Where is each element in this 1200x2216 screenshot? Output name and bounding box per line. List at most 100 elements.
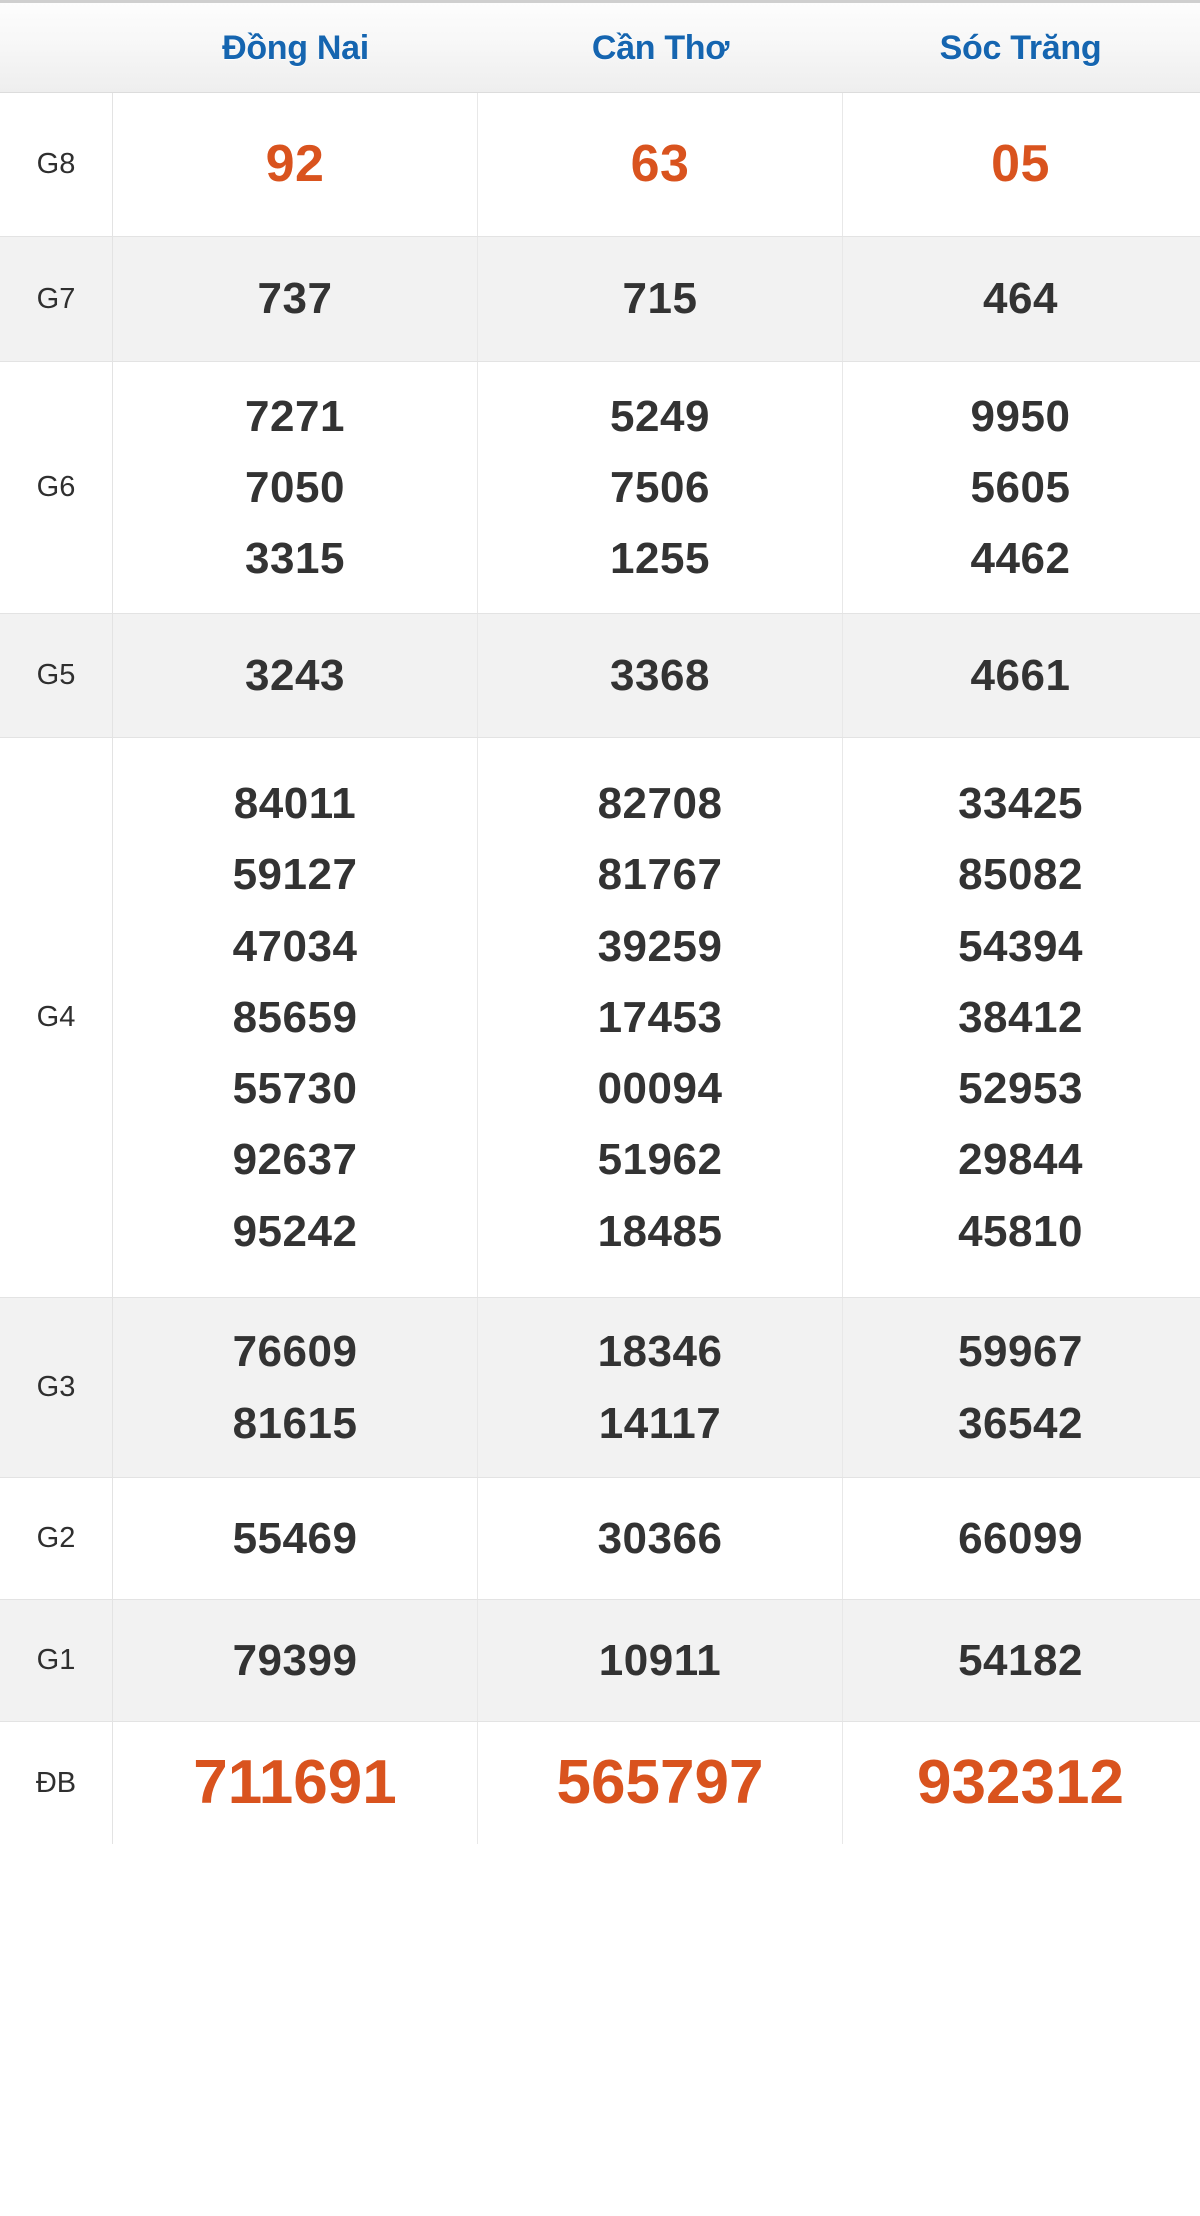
prize-number: 81767: [597, 850, 723, 900]
prize-cell-g8-col1: 92: [113, 93, 478, 236]
prize-number: 54394: [958, 921, 1083, 971]
prize-cell-db-col3: 932312: [843, 1722, 1198, 1844]
prize-number: 51962: [597, 1135, 723, 1185]
prize-number: 565797: [556, 1747, 764, 1817]
prize-cell-g2-col3: 66099: [843, 1478, 1198, 1599]
header-province-can-tho[interactable]: Cần Thơ: [478, 3, 843, 92]
prize-cell-g3-col1: 76609 81615: [113, 1298, 478, 1477]
prize-cell-g1-col2: 10911: [478, 1600, 843, 1721]
prize-number: 00094: [597, 1064, 723, 1114]
prize-label-g4: G4: [0, 738, 113, 1297]
prize-cell-g3-col3: 59967 36542: [843, 1298, 1198, 1477]
prize-number: 715: [622, 274, 698, 324]
header-province-dong-nai[interactable]: Đồng Nai: [113, 3, 478, 92]
prize-cell-g8-col3: 05: [843, 93, 1198, 236]
prize-number: 29844: [958, 1135, 1083, 1185]
prize-label-db: ĐB: [0, 1722, 113, 1844]
prize-number: 7506: [610, 462, 710, 512]
prize-cell-g3-col2: 18346 14117: [478, 1298, 843, 1477]
prize-label-g8: G8: [0, 93, 113, 236]
prize-number: 45810: [958, 1206, 1083, 1256]
prize-number: 92637: [232, 1135, 358, 1185]
prize-number: 5249: [610, 391, 710, 441]
prize-number: 14117: [598, 1398, 722, 1448]
prize-cell-g1-col1: 79399: [113, 1600, 478, 1721]
table-row: G4 84011 59127 47034 85659 55730 92637 95242 827…: [0, 738, 1200, 1298]
prize-number: 59127: [232, 850, 358, 900]
table-row: G6 7271 7050 3315 5249 7506 1255 9950 5605 4462: [0, 362, 1200, 614]
prize-number: 464: [983, 274, 1058, 324]
prize-number: 932312: [917, 1747, 1124, 1817]
prize-number: 55469: [232, 1513, 358, 1563]
table-row: ĐB 711691 565797 932312: [0, 1722, 1200, 1844]
header-province-soc-trang[interactable]: Sóc Trăng: [843, 3, 1198, 92]
prize-number: 81615: [232, 1398, 358, 1448]
prize-cell-g7-col1: 737: [113, 237, 478, 361]
prize-cell-g6-col2: 5249 7506 1255: [478, 362, 843, 613]
prize-number: 66099: [958, 1513, 1083, 1563]
prize-label-g3: G3: [0, 1298, 113, 1477]
table-row: G5 3243 3368 4661: [0, 614, 1200, 738]
prize-cell-g2-col2: 30366: [478, 1478, 843, 1599]
table-row: G8 92 63 05: [0, 93, 1200, 237]
prize-number: 3315: [245, 534, 345, 584]
prize-number: 05: [991, 134, 1050, 193]
prize-number: 3243: [245, 650, 345, 700]
prize-number: 76609: [232, 1327, 358, 1377]
table-row: G7 737 715 464: [0, 237, 1200, 362]
table-row: G2 55469 30366 66099: [0, 1478, 1200, 1600]
prize-number: 79399: [232, 1635, 358, 1685]
table-header-row: Đồng Nai Cần Thơ Sóc Trăng: [0, 0, 1200, 93]
prize-cell-db-col1: 711691: [113, 1722, 478, 1844]
prize-number: 36542: [958, 1398, 1083, 1448]
prize-number: 47034: [232, 921, 358, 971]
prize-number: 85659: [232, 992, 358, 1042]
prize-number: 737: [257, 274, 333, 324]
prize-cell-g5-col2: 3368: [478, 614, 843, 737]
prize-number: 1255: [610, 534, 710, 584]
prize-cell-g1-col3: 54182: [843, 1600, 1198, 1721]
prize-cell-g5-col1: 3243: [113, 614, 478, 737]
prize-cell-g4-col1: 84011 59127 47034 85659 55730 92637 95242: [113, 738, 478, 1297]
prize-cell-g7-col2: 715: [478, 237, 843, 361]
table-body: G8 92 63 05 G7 737 715 464 G6 7271 7050 3315 5249 750…: [0, 93, 1200, 1844]
prize-cell-g6-col1: 7271 7050 3315: [113, 362, 478, 613]
prize-number: 54182: [958, 1635, 1083, 1685]
prize-number: 95242: [232, 1206, 358, 1256]
prize-number: 30366: [597, 1513, 723, 1563]
prize-number: 63: [630, 134, 690, 193]
prize-cell-g4-col2: 82708 81767 39259 17453 00094 51962 18485: [478, 738, 843, 1297]
prize-number: 5605: [970, 462, 1071, 512]
table-row: G1 79399 10911 54182: [0, 1600, 1200, 1722]
prize-number: 59967: [958, 1327, 1083, 1377]
prize-number: 9950: [970, 391, 1071, 441]
prize-label-g6: G6: [0, 362, 113, 613]
prize-cell-g2-col1: 55469: [113, 1478, 478, 1599]
prize-number: 52953: [958, 1064, 1083, 1114]
prize-number: 4462: [970, 534, 1071, 584]
prize-label-g1: G1: [0, 1600, 113, 1721]
prize-label-g7: G7: [0, 237, 113, 361]
table-row: G3 76609 81615 18346 14117 59967 36542: [0, 1298, 1200, 1478]
prize-number: 10911: [598, 1635, 722, 1685]
prize-number: 33425: [958, 779, 1083, 829]
prize-number: 18485: [597, 1206, 723, 1256]
prize-number: 82708: [597, 779, 723, 829]
prize-cell-g5-col3: 4661: [843, 614, 1198, 737]
prize-number: 55730: [232, 1064, 358, 1114]
prize-label-g2: G2: [0, 1478, 113, 1599]
prize-number: 7050: [245, 462, 345, 512]
prize-number: 85082: [958, 850, 1083, 900]
prize-cell-g8-col2: 63: [478, 93, 843, 236]
prize-number: 38412: [958, 992, 1083, 1042]
prize-number: 7271: [245, 391, 345, 441]
prize-number: 92: [265, 134, 325, 193]
prize-number: 3368: [610, 650, 710, 700]
prize-number: 711691: [193, 1747, 397, 1817]
prize-number: 17453: [597, 992, 723, 1042]
prize-cell-db-col2: 565797: [478, 1722, 843, 1844]
prize-cell-g7-col3: 464: [843, 237, 1198, 361]
prize-number: 18346: [597, 1327, 723, 1377]
prize-number: 84011: [233, 779, 357, 829]
prize-number: 39259: [597, 921, 723, 971]
